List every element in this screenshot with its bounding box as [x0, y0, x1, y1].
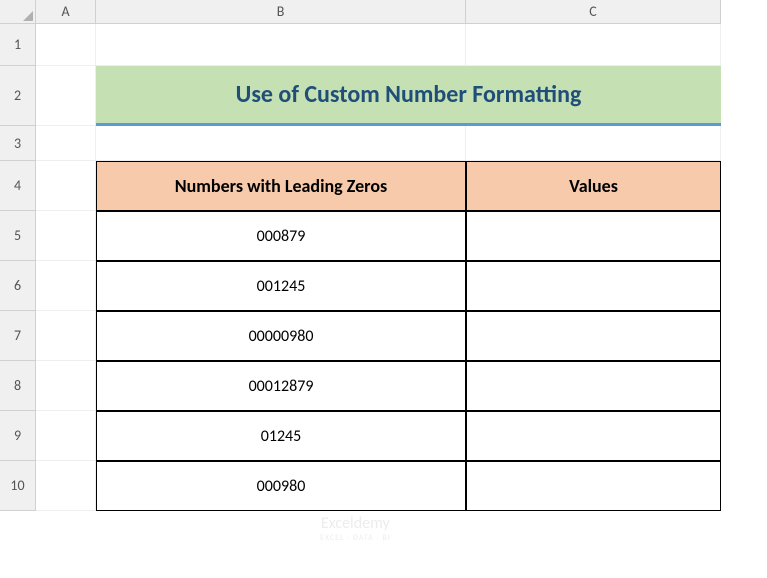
column-header-b[interactable]: B [96, 0, 466, 24]
select-all-corner[interactable] [0, 0, 36, 24]
cell-c7[interactable] [466, 311, 721, 361]
watermark: Exceldemy EXCEL · DATA · BI [320, 514, 391, 543]
cell-b10[interactable]: 000980 [96, 461, 466, 511]
cell-a4[interactable] [36, 161, 96, 211]
table-header-numbers[interactable]: Numbers with Leading Zeros [96, 161, 466, 211]
cell-b8[interactable]: 00012879 [96, 361, 466, 411]
cell-c5[interactable] [466, 211, 721, 261]
cell-a2[interactable] [36, 66, 96, 126]
cell-a10[interactable] [36, 461, 96, 511]
cell-c9[interactable] [466, 411, 721, 461]
cell-c8[interactable] [466, 361, 721, 411]
row-header-6[interactable]: 6 [0, 261, 36, 311]
cell-b5[interactable]: 000879 [96, 211, 466, 261]
cell-c1[interactable] [466, 24, 721, 66]
title-cell[interactable]: Use of Custom Number Formatting [96, 66, 721, 126]
row-header-8[interactable]: 8 [0, 361, 36, 411]
row-header-2[interactable]: 2 [0, 66, 36, 126]
watermark-sub: EXCEL · DATA · BI [320, 533, 391, 543]
cell-b3[interactable] [96, 126, 466, 161]
row-header-3[interactable]: 3 [0, 126, 36, 161]
cell-b9[interactable]: 01245 [96, 411, 466, 461]
table-header-values[interactable]: Values [466, 161, 721, 211]
cell-b1[interactable] [96, 24, 466, 66]
cell-c6[interactable] [466, 261, 721, 311]
row-header-7[interactable]: 7 [0, 311, 36, 361]
cell-b6[interactable]: 001245 [96, 261, 466, 311]
cell-a1[interactable] [36, 24, 96, 66]
cell-a8[interactable] [36, 361, 96, 411]
cell-a3[interactable] [36, 126, 96, 161]
row-header-4[interactable]: 4 [0, 161, 36, 211]
cell-a6[interactable] [36, 261, 96, 311]
cell-a5[interactable] [36, 211, 96, 261]
row-header-5[interactable]: 5 [0, 211, 36, 261]
column-header-c[interactable]: C [466, 0, 721, 24]
cell-c10[interactable] [466, 461, 721, 511]
cell-a9[interactable] [36, 411, 96, 461]
row-header-9[interactable]: 9 [0, 411, 36, 461]
cell-b7[interactable]: 00000980 [96, 311, 466, 361]
column-header-a[interactable]: A [36, 0, 96, 24]
watermark-main: Exceldemy [320, 514, 391, 533]
spreadsheet-grid: A B C 1 2 Use of Custom Number Formattin… [0, 0, 767, 511]
cell-a7[interactable] [36, 311, 96, 361]
row-header-1[interactable]: 1 [0, 24, 36, 66]
row-header-10[interactable]: 10 [0, 461, 36, 511]
cell-c3[interactable] [466, 126, 721, 161]
